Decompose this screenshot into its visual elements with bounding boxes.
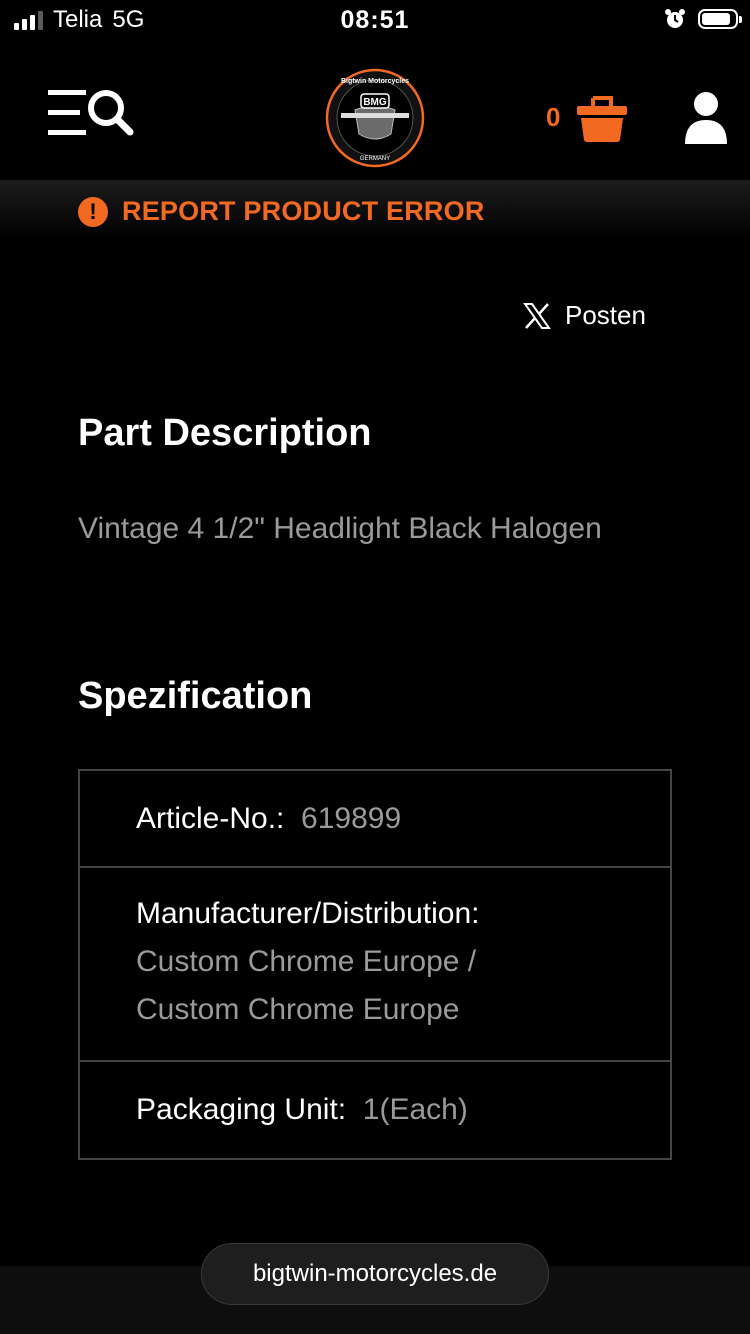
specification-table: Article-No.: 619899 Manufacturer/Distrib… — [78, 769, 672, 1160]
user-icon[interactable] — [683, 90, 729, 146]
menu-search-icon[interactable] — [46, 86, 136, 142]
bmg-logo[interactable]: BMG Bigtwin Motorcycles GERMANY — [325, 68, 425, 168]
logo-center-text: BMG — [363, 97, 387, 108]
alarm-icon — [665, 9, 685, 28]
spec-value-line2: Custom Chrome Europe — [136, 993, 460, 1026]
x-share-button[interactable]: Posten — [523, 300, 646, 331]
site-header: BMG Bigtwin Motorcycles GERMANY 0 — [0, 44, 750, 194]
spec-value: 1(Each) — [362, 1093, 468, 1126]
part-description-text: Vintage 4 1/2" Headlight Black Halogen — [78, 512, 602, 545]
spec-label: Article-No.: — [136, 802, 285, 835]
spec-row-packaging: Packaging Unit: 1(Each) — [80, 1062, 670, 1158]
spec-value: 619899 — [301, 802, 402, 835]
logo-top-text: Bigtwin Motorcycles — [341, 78, 409, 85]
cart-count[interactable]: 0 — [546, 102, 560, 133]
url-bar[interactable]: bigtwin-motorcycles.de — [201, 1243, 549, 1305]
x-logo-icon — [523, 302, 551, 329]
report-label: REPORT PRODUCT ERROR — [122, 196, 485, 226]
spec-row-manufacturer: Manufacturer/Distribution: Custom Chrome… — [80, 868, 670, 1062]
report-product-error-link[interactable]: ! REPORT PRODUCT ERROR — [78, 196, 485, 227]
specification-heading: Spezification — [78, 675, 313, 717]
share-label: Posten — [565, 300, 646, 330]
spec-value-line1: Custom Chrome Europe / — [136, 945, 477, 978]
spec-label: Manufacturer/Distribution: — [136, 897, 480, 930]
logo-bottom-text: GERMANY — [360, 156, 390, 162]
status-time: 08:51 — [340, 6, 410, 34]
spec-label: Packaging Unit: — [136, 1093, 347, 1126]
spec-row-article: Article-No.: 619899 — [80, 771, 670, 868]
status-bar: Telia 5G 08:51 — [0, 0, 750, 44]
cart-icon[interactable] — [575, 94, 629, 144]
part-description-heading: Part Description — [78, 412, 372, 454]
battery-icon — [698, 9, 742, 29]
alert-icon: ! — [78, 196, 108, 227]
